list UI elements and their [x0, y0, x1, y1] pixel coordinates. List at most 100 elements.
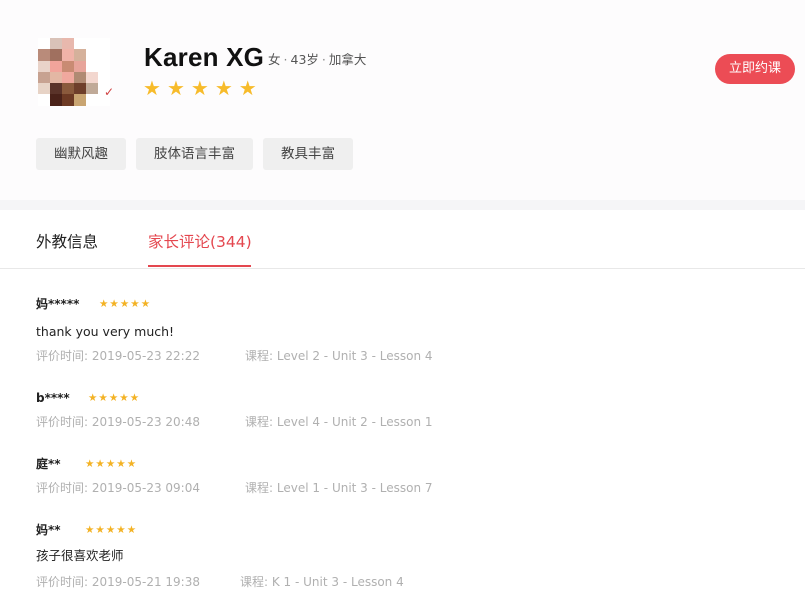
- avatar-pixel: [38, 94, 50, 106]
- teacher-meta: 女 · 43岁 · 加拿大: [268, 52, 366, 68]
- avatar-pixel: [50, 49, 62, 61]
- tab-teacher-info[interactable]: 外教信息: [36, 230, 98, 254]
- avatar-pixel: [62, 38, 74, 50]
- avatar-pixel: [74, 60, 86, 72]
- star-icon: ★: [129, 392, 140, 404]
- tab-bar: 外教信息 家长评论(344): [0, 210, 805, 269]
- tab-parent-reviews[interactable]: 家长评论(344): [148, 230, 252, 254]
- star-icon: ★: [119, 298, 130, 310]
- star-icon: ★: [190, 76, 209, 100]
- review-rating: ★ ★ ★ ★ ★: [88, 391, 139, 405]
- avatar-pixel: [74, 83, 86, 95]
- star-icon: ★: [126, 524, 137, 536]
- active-tab-indicator: [148, 265, 251, 267]
- separator-dot: ·: [283, 52, 288, 67]
- review-course: 课程: Level 4 - Unit 2 - Lesson 1: [245, 415, 433, 429]
- avatar-pixel: [74, 71, 86, 84]
- avatar-pixel: [38, 49, 50, 61]
- star-icon: ★: [105, 524, 116, 536]
- review-user: b****: [36, 391, 70, 405]
- review-comment: 孩子很喜欢老师: [36, 548, 124, 563]
- star-icon: ★: [130, 298, 140, 310]
- star-icon: ★: [85, 458, 95, 470]
- star-icon: ★: [109, 298, 119, 310]
- avatar-pixel: [50, 94, 62, 106]
- teacher-name: Karen XG: [144, 42, 265, 72]
- star-icon: ★: [140, 298, 151, 310]
- star-icon: ★: [98, 392, 108, 404]
- brush-mark-icon: ✓: [104, 85, 115, 99]
- star-icon: ★: [95, 458, 105, 470]
- review-item: 妈** ★ ★ ★ ★ ★ 孩子很喜欢老师 评价时间: 2019-05-21 19:38…: [36, 522, 796, 592]
- review-time: 评价时间: 2019-05-23 22:22: [36, 349, 200, 363]
- star-icon: ★: [143, 76, 161, 100]
- review-course: 课程: Level 1 - Unit 3 - Lesson 7: [245, 481, 433, 495]
- star-icon: ★: [85, 524, 95, 536]
- review-user: 妈*****: [36, 297, 80, 311]
- avatar-pixel: [74, 38, 86, 50]
- avatar-pixel: [86, 49, 98, 61]
- avatar-pixel: [38, 60, 50, 72]
- avatar-pixel: [62, 60, 74, 72]
- tag-item: 肢体语言丰富: [136, 138, 253, 170]
- review-item: 庭** ★ ★ ★ ★ ★ 评价时间: 2019-05-23 09:04 课程: Lev…: [36, 456, 796, 501]
- avatar-pixel: [86, 71, 98, 84]
- separator-dot: ·: [321, 52, 326, 67]
- avatar-pixel: [38, 71, 50, 84]
- teacher-country: 加拿大: [328, 52, 367, 67]
- review-rating: ★ ★ ★ ★ ★: [85, 523, 136, 537]
- avatar-pixel: [86, 94, 98, 106]
- avatar-pixel: [50, 38, 62, 50]
- review-time: 评价时间: 2019-05-23 09:04: [36, 481, 200, 495]
- avatar-pixel: [86, 83, 98, 95]
- avatar-pixel: [62, 83, 74, 95]
- avatar-pixel: [38, 38, 50, 50]
- review-course: 课程: Level 2 - Unit 3 - Lesson 4: [245, 349, 433, 363]
- profile-header: ✓ Karen XG 女 · 43岁 · 加拿大 ★ ★ ★ ★ ★ 立即约课 幽默风趣 肢体语…: [0, 0, 805, 200]
- star-icon: ★: [238, 76, 257, 100]
- avatar-pixel: [98, 71, 110, 84]
- star-icon: ★: [116, 458, 126, 470]
- avatar-pixel: [62, 71, 74, 84]
- avatar-pixel: [98, 60, 110, 72]
- review-time: 评价时间: 2019-05-21 19:38: [36, 575, 200, 589]
- star-icon: ★: [108, 392, 119, 404]
- avatar-pixel: [74, 49, 86, 61]
- star-icon: ★: [126, 458, 137, 470]
- star-icon: ★: [116, 524, 126, 536]
- avatar-pixel: [50, 71, 62, 84]
- review-item: b**** ★ ★ ★ ★ ★ 评价时间: 2019-05-23 20:48 课程: L…: [36, 390, 796, 435]
- avatar-pixel: [50, 60, 62, 72]
- review-user: 妈**: [36, 523, 61, 537]
- avatar-pixel: [86, 60, 98, 72]
- teacher-gender: 女: [268, 52, 281, 67]
- review-rating: ★ ★ ★ ★ ★: [99, 297, 150, 311]
- avatar: [38, 38, 110, 106]
- star-icon: ★: [119, 392, 129, 404]
- avatar-pixel: [62, 94, 74, 106]
- review-course: 课程: K 1 - Unit 3 - Lesson 4: [240, 575, 404, 589]
- star-icon: ★: [166, 76, 185, 100]
- avatar-pixel: [38, 83, 50, 95]
- review-rating: ★ ★ ★ ★ ★: [85, 457, 136, 471]
- tag-item: 幽默风趣: [36, 138, 126, 170]
- avatar-pixel: [62, 49, 74, 61]
- section-divider: [0, 200, 805, 210]
- star-icon: ★: [99, 298, 109, 310]
- tag-item: 教具丰富: [263, 138, 353, 170]
- teacher-rating: ★ ★ ★ ★ ★: [143, 78, 257, 98]
- avatar-pixel: [98, 38, 110, 50]
- teacher-age: 43岁: [290, 52, 319, 67]
- review-user: 庭**: [36, 457, 61, 471]
- avatar-pixel: [86, 38, 98, 50]
- review-comment: thank you very much!: [36, 324, 175, 339]
- star-icon: ★: [214, 76, 233, 100]
- avatar-pixel: [50, 83, 62, 95]
- review-time: 评价时间: 2019-05-23 20:48: [36, 415, 200, 429]
- avatar-pixel: [74, 94, 86, 106]
- review-item: 妈***** ★ ★ ★ ★ ★ thank you very much! 评价时间: …: [36, 296, 796, 366]
- avatar-pixel: [98, 49, 110, 61]
- star-icon: ★: [105, 458, 116, 470]
- star-icon: ★: [88, 392, 98, 404]
- book-lesson-button[interactable]: 立即约课: [715, 54, 795, 84]
